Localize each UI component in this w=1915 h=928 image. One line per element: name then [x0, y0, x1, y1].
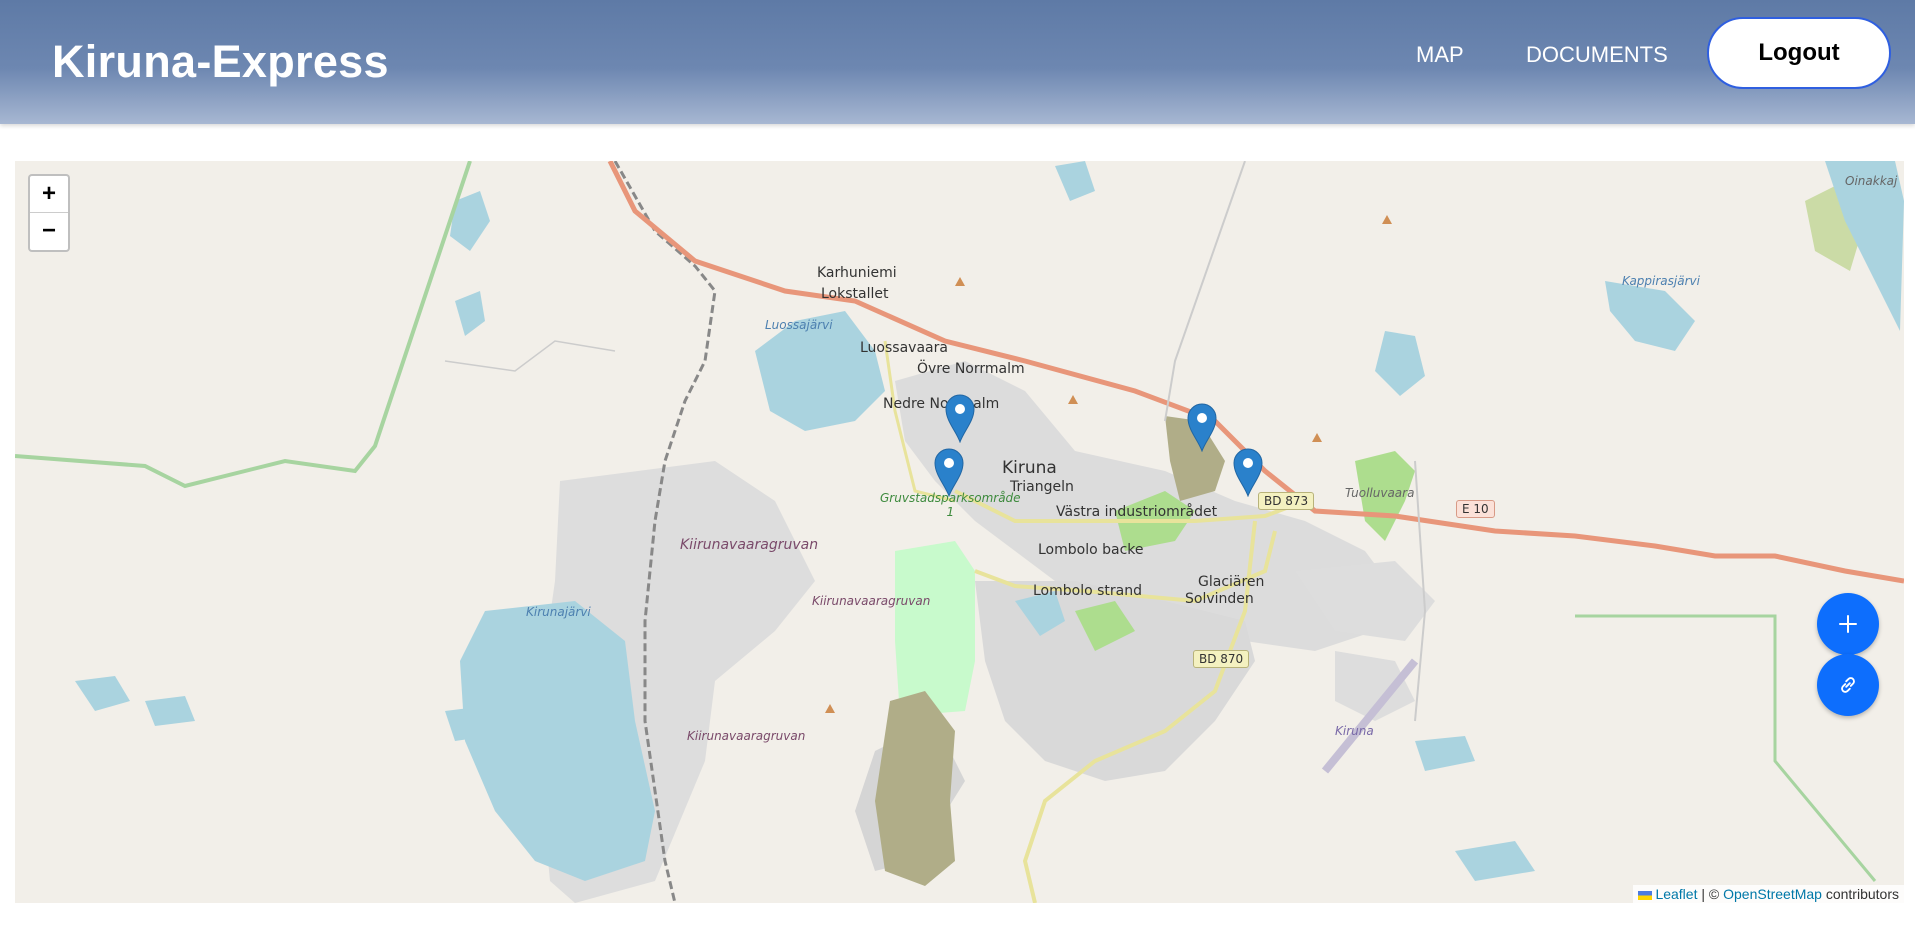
- nav-link-documents[interactable]: DOCUMENTS: [1526, 42, 1668, 68]
- logout-button[interactable]: Logout: [1707, 17, 1891, 89]
- map-marker[interactable]: [1186, 402, 1218, 453]
- road-shield-bd870: BD 870: [1193, 650, 1250, 668]
- leaflet-link[interactable]: Leaflet: [1655, 886, 1697, 902]
- map-label-kirunajarvi: Kirunajärvi: [526, 605, 591, 619]
- map-marker[interactable]: [1232, 447, 1264, 498]
- map-tiles: [15, 161, 1904, 903]
- map-label-kiirunavaaragruvan-3: Kiirunavaaragruvan: [687, 729, 806, 743]
- map-marker[interactable]: [933, 447, 965, 498]
- map-label-kappirasjarvi: Kappirasjärvi: [1622, 274, 1700, 288]
- attribution-separator: | ©: [1697, 886, 1724, 902]
- map-label-tuolluvaara: Tuolluvaara: [1345, 486, 1415, 500]
- zoom-out-button[interactable]: −: [30, 213, 68, 249]
- openstreetmap-link[interactable]: OpenStreetMap: [1723, 886, 1822, 902]
- zoom-control: + −: [28, 174, 70, 252]
- map-label-vastra: Västra industriområdet: [1056, 504, 1218, 520]
- map-label-lokstallet: Lokstallet: [821, 286, 889, 302]
- map-label-luossajarvi: Luossajärvi: [765, 318, 833, 332]
- brand-title[interactable]: Kiruna-Express: [52, 36, 389, 88]
- map-label-luossavaara: Luossavaara: [860, 340, 948, 356]
- top-navbar: Kiruna-Express MAP DOCUMENTS Logout: [0, 0, 1915, 124]
- nav-link-map[interactable]: MAP: [1416, 42, 1464, 68]
- map-pin-icon: [1187, 403, 1217, 453]
- map-label-kiruna-airport: Kiruna: [1335, 724, 1374, 738]
- map-pin-icon: [934, 448, 964, 498]
- map-pin-icon: [1233, 448, 1263, 498]
- map-label-oinakkaj: Oinakkaj: [1845, 174, 1898, 188]
- map-label-lombolo-backe: Lombolo backe: [1038, 542, 1144, 558]
- ukraine-flag-icon: [1638, 890, 1653, 900]
- map-label-nedre-norrmalm: Nedre Norrmalm: [883, 396, 1000, 412]
- map-label-kiirunavaaragruvan-1: Kiirunavaaragruvan: [680, 537, 819, 553]
- attribution-suffix: contributors: [1821, 886, 1899, 902]
- zoom-in-button[interactable]: +: [30, 176, 68, 213]
- map-pin-icon: [945, 394, 975, 444]
- plus-icon: [1839, 615, 1857, 633]
- map-label-kiruna: Kiruna: [1002, 458, 1057, 478]
- map-label-karhuniemi: Karhuniemi: [817, 265, 897, 281]
- map-label-kiirunavaaragruvan-2: Kiirunavaaragruvan: [812, 594, 931, 608]
- link-documents-button[interactable]: [1817, 654, 1879, 716]
- map-label-solvinden: Solvinden: [1185, 591, 1254, 607]
- road-shield-e10: E 10: [1456, 500, 1495, 518]
- map-label-ovre-norrmalm: Övre Norrmalm: [917, 361, 1025, 377]
- road-shield-bd873: BD 873: [1258, 492, 1315, 510]
- map-attribution: Leaflet | © OpenStreetMap contributors: [1633, 885, 1904, 903]
- link-icon: [1841, 677, 1855, 693]
- add-document-button[interactable]: [1817, 593, 1879, 655]
- map-marker[interactable]: [944, 393, 976, 444]
- map-container[interactable]: Karhuniemi Lokstallet Luossajärvi Luossa…: [15, 161, 1904, 903]
- map-label-lombolo-strand: Lombolo strand: [1033, 583, 1142, 599]
- map-label-glaciaren: Glaciären: [1198, 574, 1265, 590]
